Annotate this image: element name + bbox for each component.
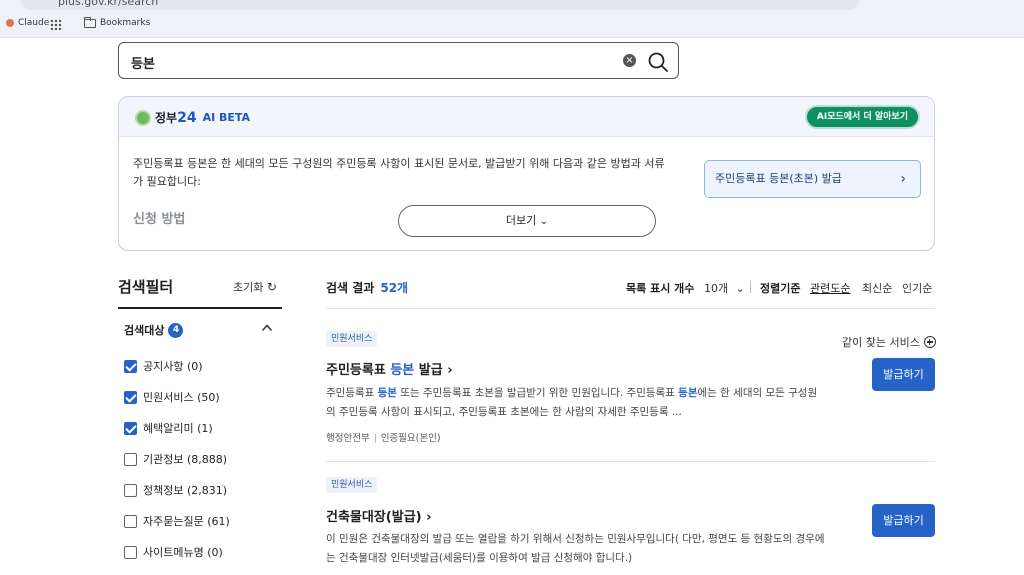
sort-relevance[interactable]: 관련도순: [810, 280, 850, 296]
checkbox[interactable]: [124, 545, 137, 559]
ai-method-heading: 신청 방법: [133, 212, 186, 227]
filter-option-civil-service[interactable]: 민원서비스 (50): [124, 389, 220, 405]
search-icon[interactable]: [647, 51, 669, 73]
meta-org: 행정안전부: [326, 433, 370, 444]
result-item-description: 이 민원은 건축물대장의 발급 또는 열람을 하기 위해서 신청하는 민원사무입…: [326, 533, 825, 564]
result-count: 52개: [380, 281, 409, 295]
results-divider: [326, 308, 935, 309]
checkbox[interactable]: [124, 390, 137, 404]
filter-group-label: 검색대상: [124, 324, 165, 337]
chevron-down-icon: ⌄: [539, 216, 549, 227]
folder-icon: [84, 16, 96, 28]
filter-option-label: 혜택알리미 (1): [143, 422, 213, 435]
filter-option-label: 기관정보 (8,888): [143, 453, 228, 466]
ai-panel-header: 정부24 AI BETA AI모드에서 더 알아보기: [119, 97, 934, 137]
bookmark-claude[interactable]: Claude: [6, 18, 49, 28]
resident-registration-issue-link[interactable]: 주민등록표 등본(초본) 발급 ›: [704, 160, 921, 198]
result-title-label: 검색 결과: [326, 281, 375, 295]
checkbox[interactable]: [124, 514, 137, 528]
chevron-right-icon: ›: [426, 510, 432, 525]
reset-label: 초기화: [233, 281, 264, 294]
issue-link-label: 주민등록표 등본(초본) 발급: [715, 172, 842, 185]
more-button[interactable]: 더보기 ⌄: [398, 205, 656, 237]
gov24-logo: 정부24 AI BETA: [135, 109, 250, 126]
result-divider: [326, 461, 935, 462]
result-item-meta: 행정안전부 인증필요(본인): [326, 430, 441, 444]
filter-title: 검색필터: [118, 278, 174, 296]
checkbox[interactable]: [124, 452, 137, 466]
search-query[interactable]: 등본: [131, 53, 155, 72]
filter-divider: [118, 307, 282, 309]
filter-option-agency[interactable]: 기관정보 (8,888): [124, 451, 227, 467]
bookmark-label: Bookmarks: [100, 18, 151, 28]
issue-button[interactable]: 발급하기: [872, 358, 935, 391]
ai-mode-button[interactable]: AI모드에서 더 알아보기: [804, 105, 920, 129]
meta-auth: 인증필요(본인): [380, 433, 441, 444]
list-count-label: 목록 표시 개수: [626, 282, 695, 295]
filter-option-label: 자주묻는질문 (61): [143, 515, 230, 528]
clear-icon[interactable]: ×: [623, 54, 636, 67]
chevron-right-icon: ›: [447, 363, 453, 378]
address-url[interactable]: plus.gov.kr/search: [58, 0, 158, 8]
list-count-select[interactable]: 10개 ⌄: [704, 280, 745, 296]
divider: [750, 281, 751, 293]
filter-count-badge: 4: [168, 322, 184, 338]
result-item-title[interactable]: 건축물대장(발급) ›: [326, 506, 432, 525]
filter-option-site-menu[interactable]: 사이트메뉴명 (0): [124, 544, 223, 560]
filter-option-label: 사이트메뉴명 (0): [143, 546, 223, 559]
claude-icon: [6, 19, 14, 27]
plus-circle-icon: [923, 336, 936, 348]
sort-latest[interactable]: 최신순: [862, 280, 892, 296]
list-count-value: 10개: [704, 282, 729, 295]
bookmark-folder[interactable]: Bookmarks: [84, 16, 151, 28]
browser-toolbar: plus.gov.kr/search: [0, 0, 1024, 12]
apps-grid-icon[interactable]: [50, 19, 61, 30]
result-item-description: 주민등록표 등본 또는 주민등록표 초본을 발급받기 위한 민원입니다. 주민등…: [326, 387, 818, 418]
refresh-icon: ↻: [266, 280, 277, 294]
checkbox[interactable]: [124, 359, 137, 373]
sort-label: 정렬기준: [760, 282, 801, 295]
checkbox[interactable]: [124, 421, 137, 435]
filter-option-label: 정책정보 (2,831): [143, 484, 228, 497]
filter-option-benefit[interactable]: 혜택알리미 (1): [124, 420, 213, 436]
bookmark-label: Claude: [18, 18, 50, 28]
category-tag: 민원서비스: [326, 477, 378, 493]
sort-popular[interactable]: 인기순: [902, 280, 932, 296]
filter-option-notice[interactable]: 공지사항 (0): [124, 358, 203, 374]
chevron-down-icon: ⌄: [735, 282, 745, 295]
result-item-title[interactable]: 주민등록표 등본 발급 ›: [326, 359, 453, 378]
related-services-label: 같이 찾는 서비스: [842, 336, 920, 349]
mascot-icon: [135, 109, 151, 126]
category-tag: 민원서비스: [326, 331, 378, 347]
reset-button[interactable]: 초기화 ↻: [233, 279, 277, 295]
search-input[interactable]: 등본 ×: [118, 42, 679, 79]
issue-button[interactable]: 발급하기: [872, 504, 935, 537]
more-button-label: 더보기: [505, 214, 537, 227]
ai-summary-text: 주민등록표 등본은 한 세대의 모든 구성원의 주민등록 사항이 표시된 문서로…: [133, 157, 665, 188]
chevron-right-icon: ›: [900, 171, 906, 187]
filter-option-policy[interactable]: 정책정보 (2,831): [124, 482, 227, 498]
related-services-button[interactable]: 같이 찾는 서비스: [842, 334, 936, 350]
ai-summary-panel: 정부24 AI BETA AI모드에서 더 알아보기 주민등록표 등본은 한 세…: [118, 96, 935, 251]
filter-option-label: 공지사항 (0): [143, 360, 203, 373]
result-title: 검색 결과 52개: [326, 279, 408, 296]
ai-beta-label: AI BETA: [202, 111, 251, 124]
brand-name: 정부24: [155, 110, 197, 126]
filter-option-faq[interactable]: 자주묻는질문 (61): [124, 513, 230, 529]
checkbox[interactable]: [124, 483, 137, 497]
filter-option-label: 민원서비스 (50): [143, 391, 220, 404]
chevron-up-icon[interactable]: [261, 322, 273, 334]
filter-group-search-target[interactable]: 검색대상 4: [124, 322, 184, 338]
bookmarks-bar: Claude Bookmarks: [0, 12, 1024, 38]
